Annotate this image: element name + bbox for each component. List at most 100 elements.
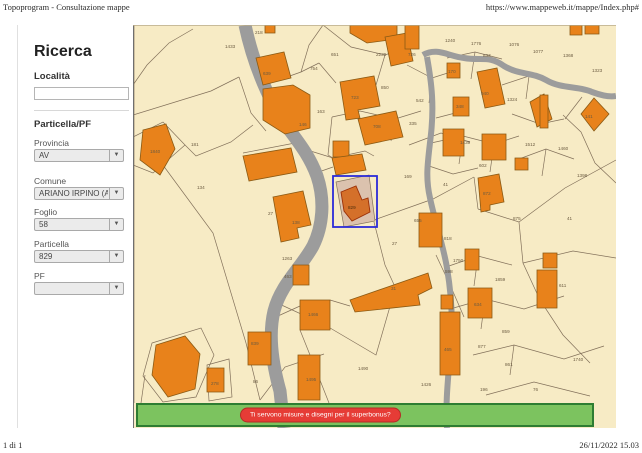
- building-shape[interactable]: [207, 368, 224, 392]
- comune-value: ARIANO IRPINO (A399: [35, 188, 108, 199]
- parcel-label: 1466: [308, 312, 319, 317]
- building-shape[interactable]: [441, 295, 453, 309]
- parcel-label: 833: [483, 53, 491, 58]
- parcel-label: 465: [444, 347, 452, 352]
- parcel-label: 278: [211, 381, 219, 386]
- chevron-down-icon[interactable]: ▼: [109, 188, 123, 199]
- comune-select[interactable]: ARIANO IRPINO (A399 ▼: [34, 187, 124, 200]
- pf-label: PF: [34, 271, 45, 281]
- parcel-label: 1433: [225, 44, 236, 49]
- particella-value: 829: [35, 251, 108, 262]
- building-shape[interactable]: [440, 312, 460, 375]
- parcel-label: 76: [533, 387, 539, 392]
- provincia-label: Provincia: [34, 138, 69, 148]
- parcel-label: 1263: [282, 256, 293, 261]
- parcel-label: 1323: [592, 68, 603, 73]
- parcel-label: 655: [414, 218, 422, 223]
- building-shape[interactable]: [585, 25, 599, 34]
- parcel-label: 611: [559, 283, 567, 288]
- parcel-label: 1512: [525, 142, 536, 147]
- cadastral-map-svg[interactable]: 1433218639184018113475465122397267238505…: [133, 25, 616, 428]
- sidebar-divider: [34, 110, 129, 111]
- building-shape[interactable]: [540, 95, 548, 128]
- parcel-label: 1240: [445, 38, 456, 43]
- building-shape[interactable]: [537, 270, 557, 308]
- parcel-label: 1368: [563, 53, 574, 58]
- parcel-label: 31: [391, 286, 397, 291]
- building-shape[interactable]: [465, 249, 479, 270]
- parcel-label: 542: [416, 98, 424, 103]
- particella-select[interactable]: 829 ▼: [34, 250, 124, 263]
- parcel-label: 598: [445, 269, 453, 274]
- parcel-label: 1859: [495, 277, 506, 282]
- parcel-label: 1426: [421, 382, 432, 387]
- particella-section-title: Particella/PF: [34, 119, 91, 130]
- search-sidebar: Ricerca Località Particella/PF Provincia…: [17, 25, 134, 428]
- building-shape[interactable]: [543, 253, 557, 268]
- chevron-down-icon[interactable]: ▼: [109, 251, 123, 262]
- parcel-label: 1077: [533, 49, 544, 54]
- parcel-label: 169: [404, 174, 412, 179]
- building-shape[interactable]: [248, 332, 271, 365]
- particella-label: Particella: [34, 239, 69, 249]
- parcel-label: 850: [381, 85, 389, 90]
- building-shape[interactable]: [570, 25, 582, 35]
- parcel-label: 859: [502, 329, 510, 334]
- superbonus-button[interactable]: Ti servono misure e disegni per il super…: [240, 408, 401, 423]
- parcel-label: 839: [251, 341, 259, 346]
- building-shape[interactable]: [482, 134, 506, 160]
- parcel-label: 146: [299, 122, 307, 127]
- building-shape[interactable]: [515, 158, 528, 170]
- parcel-label: 41: [567, 216, 573, 221]
- parcel-label: 754: [310, 66, 318, 71]
- print-header-title: Topoprogram - Consultazione mappe: [3, 2, 130, 12]
- print-footer-datetime: 26/11/2022 15.03: [579, 440, 639, 450]
- localita-label: Località: [34, 71, 70, 82]
- parcel-label: 196: [480, 387, 488, 392]
- building-shape[interactable]: [333, 141, 349, 157]
- parcel-label: 1460: [558, 146, 569, 151]
- pf-select[interactable]: ▼: [34, 282, 124, 295]
- parcel-label: 181: [191, 142, 199, 147]
- chevron-down-icon[interactable]: ▼: [109, 150, 123, 161]
- foglio-value: 58: [35, 219, 108, 230]
- parcel-label: 1439: [460, 140, 471, 145]
- building-shape[interactable]: [265, 25, 275, 33]
- parcel-label: 41: [443, 182, 449, 187]
- foglio-label: Foglio: [34, 207, 57, 217]
- parcel-label: 639: [263, 71, 271, 76]
- parcel-label: 1398: [577, 173, 588, 178]
- parcel-label: 163: [317, 109, 325, 114]
- parcel-label: 1324: [507, 97, 518, 102]
- print-footer-page: 1 di 1: [3, 440, 22, 450]
- promo-banner: Ti servono misure e disegni per il super…: [136, 403, 594, 427]
- parcel-label: 1495: [306, 377, 317, 382]
- parcel-label: 651: [331, 52, 339, 57]
- map-area[interactable]: 1433218639184018113475465122397267238505…: [133, 25, 616, 428]
- foglio-select[interactable]: 58 ▼: [34, 218, 124, 231]
- parcel-label: 134: [197, 185, 205, 190]
- print-header-url: https://www.mappeweb.it/mappe/Index.php#: [486, 2, 639, 12]
- building-shape[interactable]: [405, 25, 419, 49]
- parcel-label: 1776: [471, 41, 482, 46]
- parcel-label: 463: [284, 274, 292, 279]
- provincia-value: AV: [35, 150, 108, 161]
- parcel-label: 218: [255, 30, 263, 35]
- parcel-label: 708: [373, 124, 381, 129]
- selected-parcel-label: 829: [348, 205, 356, 210]
- provincia-select[interactable]: AV ▼: [34, 149, 124, 162]
- parcel-label: 877: [478, 344, 486, 349]
- parcel-label: 875: [513, 216, 521, 221]
- parcel-label: 141: [585, 114, 593, 119]
- comune-label: Comune: [34, 176, 66, 186]
- parcel-label: 138: [292, 220, 300, 225]
- parcel-label: 2239: [376, 52, 387, 57]
- parcel-label: 634: [474, 302, 482, 307]
- building-shape[interactable]: [293, 265, 309, 285]
- chevron-down-icon[interactable]: ▼: [109, 219, 123, 230]
- chevron-down-icon[interactable]: ▼: [109, 283, 123, 294]
- parcel-label: 726: [408, 52, 416, 57]
- building-shape[interactable]: [419, 213, 442, 247]
- parcel-label: 348: [456, 104, 464, 109]
- localita-input[interactable]: [34, 87, 129, 100]
